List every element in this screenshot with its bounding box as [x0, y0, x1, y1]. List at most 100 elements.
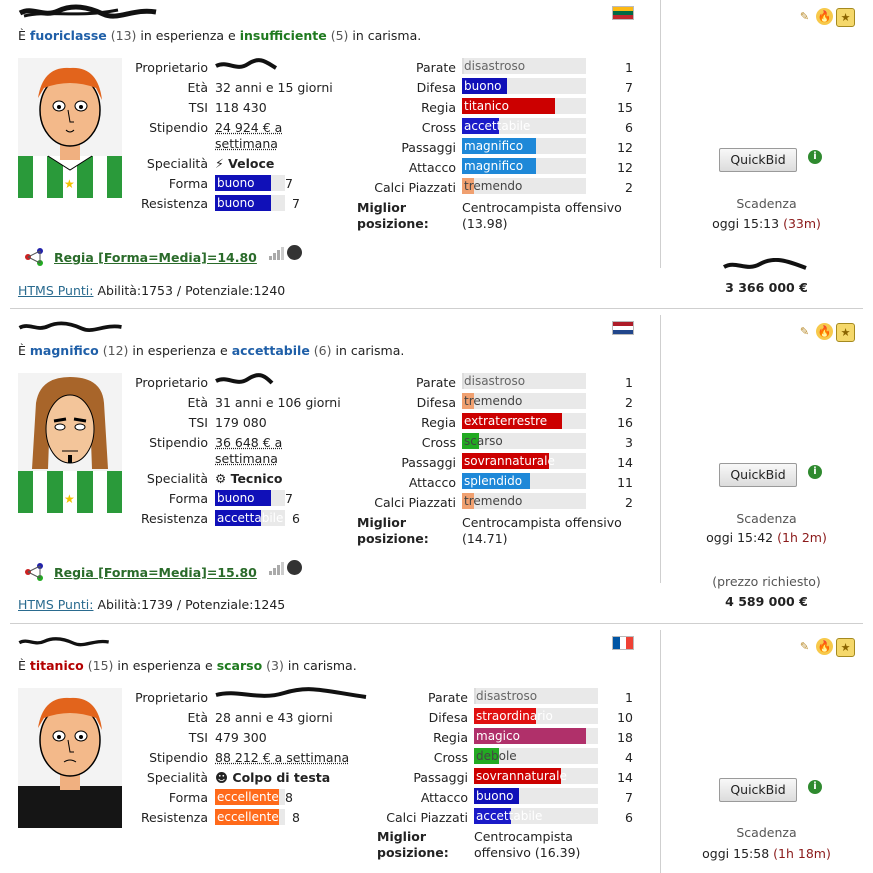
stamina-bar: accettabile	[215, 510, 285, 526]
info-icon[interactable]: i	[808, 780, 822, 794]
skill-bar: magnifico	[462, 158, 586, 174]
skill-label: Passaggi	[401, 455, 456, 470]
owner-label: Proprietario	[135, 690, 208, 705]
stamina-label: Resistenza	[140, 810, 208, 825]
skill-level: 11	[617, 475, 633, 490]
salary-value: 88 212 € a settimana	[215, 750, 350, 765]
skill-level: 3	[625, 435, 633, 450]
skill-bar: straordinario	[474, 708, 598, 724]
skill-level: 6	[625, 120, 633, 135]
form-bar: buono	[215, 175, 285, 191]
skill-bar: tremendo	[462, 493, 586, 509]
experience-summary: È fuoriclasse (13) in esperienza e insuf…	[18, 28, 422, 43]
speed-icon: ⚡	[215, 156, 224, 171]
info-icon[interactable]: i	[808, 465, 822, 479]
stamina-label: Resistenza	[140, 511, 208, 526]
deadline-time: oggi 15:42 (1h 2m)	[706, 530, 827, 545]
wand-icon: ✎	[796, 8, 813, 25]
best-position-label: Miglior posizione:	[357, 515, 429, 546]
quickbid-button[interactable]: QuickBid	[719, 148, 797, 172]
owner-label: Proprietario	[135, 60, 208, 75]
skill-label: Attacco	[408, 475, 456, 490]
status-icons: ✎ 🔥 ★	[796, 8, 855, 27]
svg-text:★: ★	[64, 177, 75, 191]
tsi-value: 479 300	[215, 730, 267, 745]
quickbid-button[interactable]: QuickBid	[719, 463, 797, 487]
skill-label: Regia	[421, 415, 456, 430]
skill-bar: buono	[474, 788, 598, 804]
player-card-2: ✎ 🔥 ★ È magnifico (12) in esperienza e a…	[0, 315, 873, 623]
tsi-value: 118 430	[215, 100, 267, 115]
skill-label: Difesa	[416, 395, 456, 410]
svg-text:★: ★	[64, 492, 75, 506]
skill-label: Difesa	[416, 80, 456, 95]
specialty-value: ⚙ Tecnico	[215, 471, 283, 486]
skill-level: 7	[625, 790, 633, 805]
experience-link[interactable]: titanico	[30, 658, 84, 673]
charisma-link[interactable]: scarso	[217, 658, 262, 673]
specialty-label: Specialità	[146, 770, 208, 785]
charisma-link[interactable]: insufficiente	[240, 28, 327, 43]
specialty-label: Specialità	[146, 156, 208, 171]
rating-link[interactable]: Regia [Forma=Media]=15.80	[54, 565, 257, 580]
skill-label: Cross	[433, 750, 468, 765]
form-label: Forma	[168, 491, 208, 506]
skill-bar: titanico	[462, 98, 586, 114]
skill-bar: disastroso	[474, 688, 598, 704]
salary-label: Stipendio	[149, 750, 208, 765]
owner-name-redacted[interactable]	[214, 58, 278, 74]
htms-link[interactable]: HTMS Punti:	[18, 283, 93, 298]
specialty-value: ☻ Colpo di testa	[215, 770, 331, 785]
bidder-name-redacted	[722, 258, 807, 270]
info-icon[interactable]: i	[808, 150, 822, 164]
signal-icon	[268, 560, 284, 579]
age-value: 28 anni e 43 giorni	[215, 710, 333, 725]
experience-link[interactable]: fuoriclasse	[30, 28, 107, 43]
clock-icon[interactable]	[287, 560, 302, 575]
experience-link[interactable]: magnifico	[30, 343, 99, 358]
rating-link[interactable]: Regia [Forma=Media]=14.80	[54, 250, 257, 265]
owner-name-redacted[interactable]	[214, 373, 274, 389]
network-icon	[24, 248, 46, 266]
form-bar: eccellente	[215, 789, 285, 805]
flag-icon	[612, 636, 634, 650]
tsi-label: TSI	[188, 730, 208, 745]
skill-bar: tremendo	[462, 178, 586, 194]
skill-level: 15	[617, 100, 633, 115]
htms-link[interactable]: HTMS Punti:	[18, 597, 93, 612]
skill-label: Passaggi	[401, 140, 456, 155]
status-icons: ✎ 🔥 ★	[796, 638, 855, 657]
price-value: 3 366 000 €	[725, 280, 808, 295]
charisma-link[interactable]: accettabile	[232, 343, 310, 358]
wand-icon: ✎	[796, 323, 813, 340]
deadline-time: oggi 15:13 (33m)	[712, 216, 821, 231]
stamina-label: Resistenza	[140, 196, 208, 211]
clock-icon[interactable]	[287, 245, 302, 260]
skill-label: Regia	[433, 730, 468, 745]
skill-bar: disastroso	[462, 373, 586, 389]
skill-level: 1	[625, 375, 633, 390]
skill-label: Regia	[421, 100, 456, 115]
wand-icon: ✎	[796, 638, 813, 655]
htms-points: HTMS Punti: Abilità:1739 / Potenziale:12…	[18, 597, 286, 612]
deadline-label: Scadenza	[736, 825, 797, 840]
skill-label: Calci Piazzati	[386, 810, 468, 825]
best-position-value: Centrocampista offensivo (13.98)	[462, 200, 622, 231]
network-icon	[24, 563, 46, 581]
salary-label: Stipendio	[149, 120, 208, 135]
player-name-redacted	[18, 637, 109, 647]
owner-name-redacted[interactable]	[214, 687, 368, 703]
form-level: 7	[285, 176, 293, 191]
skill-bar: scarso	[462, 433, 586, 449]
price-value: 4 589 000 €	[725, 594, 808, 609]
age-label: Età	[187, 395, 208, 410]
asking-price-note: (prezzo richiesto)	[712, 574, 821, 589]
skill-bar: magico	[474, 728, 598, 744]
skill-label: Calci Piazzati	[374, 180, 456, 195]
quickbid-button[interactable]: QuickBid	[719, 778, 797, 802]
age-value: 32 anni e 15 giorni	[215, 80, 333, 95]
best-position-value: Centrocampista offensivo (14.71)	[462, 515, 622, 546]
player-name-redacted	[18, 321, 122, 332]
experience-summary: È titanico (15) in esperienza e scarso (…	[18, 658, 357, 673]
specialty-value: ⚡ Veloce	[215, 156, 275, 171]
